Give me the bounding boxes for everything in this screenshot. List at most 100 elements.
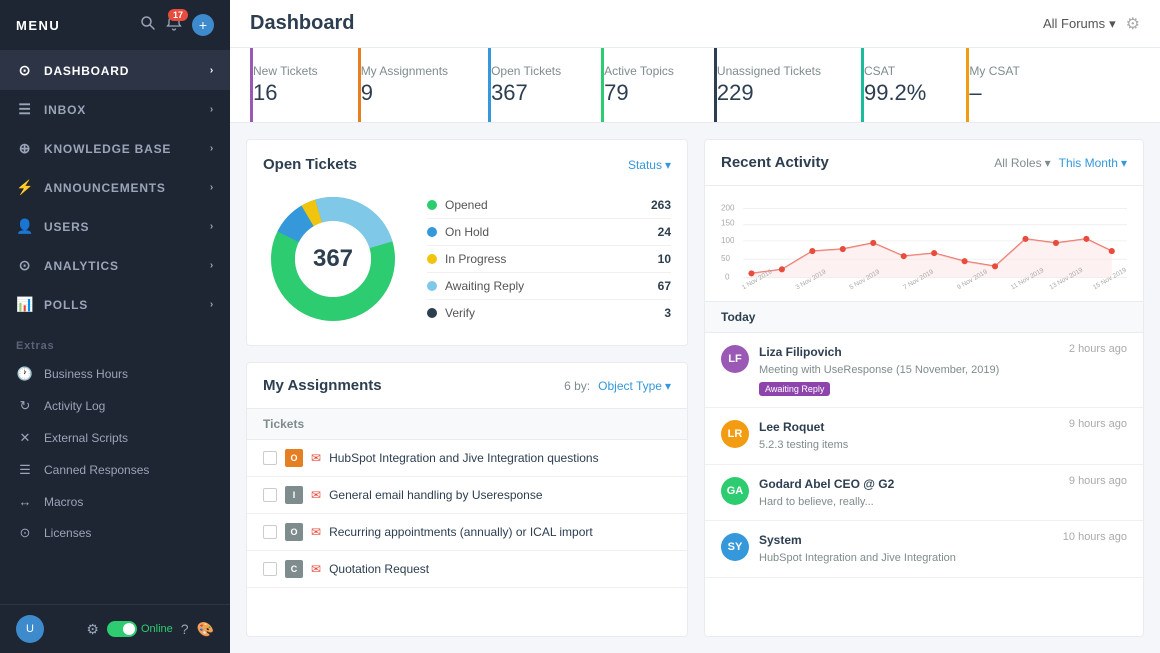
all-roles-btn[interactable]: All Roles ▾ — [994, 156, 1050, 170]
status-dropdown-btn[interactable]: Status ▾ — [628, 158, 671, 172]
extras-item-activity-log[interactable]: ↻ Activity Log — [0, 390, 230, 422]
activity-item-system: SY System HubSpot Integration and Jive I… — [705, 521, 1143, 577]
sidebar-item-label: INBOX — [44, 103, 86, 117]
ticket-row: O ✉ Recurring appointments (annually) or… — [247, 514, 687, 551]
color-icon[interactable]: 🎨 — [197, 621, 214, 638]
activity-avatar: LR — [721, 420, 749, 448]
extras-item-canned-responses[interactable]: ☰ Canned Responses — [0, 454, 230, 486]
ticket-checkbox[interactable] — [263, 488, 277, 502]
sidebar-item-chevron: › — [210, 143, 214, 154]
activity-name[interactable]: Liza Filipovich — [759, 345, 842, 359]
sidebar-item-label: USERS — [44, 220, 89, 234]
sidebar-item-chevron: › — [210, 260, 214, 271]
stat-unassigned-tickets[interactable]: Unassigned Tickets 229 — [714, 48, 845, 122]
legend-label: Opened — [445, 198, 488, 212]
stat-my-csat[interactable]: My CSAT – — [966, 48, 1043, 122]
activity-item-liza: LF Liza Filipovich Meeting with UseRespo… — [705, 333, 1143, 408]
stat-value: 79 — [604, 80, 674, 106]
extras-item-label: Activity Log — [44, 399, 105, 413]
assignments-title: My Assignments — [263, 377, 382, 394]
stat-value: – — [969, 80, 1019, 106]
ticket-row: O ✉ HubSpot Integration and Jive Integra… — [247, 440, 687, 477]
stat-my-assignments[interactable]: My Assignments 9 — [358, 48, 472, 122]
recent-activity-panel: Recent Activity All Roles ▾ This Month ▾ — [704, 139, 1144, 637]
activity-name[interactable]: System — [759, 533, 802, 547]
stat-active-topics[interactable]: Active Topics 79 — [601, 48, 698, 122]
extras-item-label: Canned Responses — [44, 463, 149, 477]
legend-label: In Progress — [445, 252, 506, 266]
licenses-icon: ⊙ — [16, 525, 34, 541]
activity-desc: Hard to believe, really... — [759, 495, 1059, 510]
announcements-icon: ⚡ — [16, 179, 34, 196]
legend: Opened 263 On Hold 24 In Progress 10 Awa… — [427, 192, 671, 326]
this-month-btn[interactable]: This Month ▾ — [1059, 156, 1127, 170]
topbar: Dashboard All Forums ▾ ⚙ — [230, 0, 1160, 48]
ticket-type-badge: O — [285, 449, 303, 467]
forum-selector-chevron: ▾ — [1109, 16, 1116, 32]
sidebar-item-users[interactable]: 👤 USERS › — [0, 207, 230, 246]
sidebar-icon-group: 17 + — [140, 14, 214, 36]
stat-open-tickets[interactable]: Open Tickets 367 — [488, 48, 585, 122]
svg-text:200: 200 — [721, 203, 735, 212]
activity-desc: HubSpot Integration and Jive Integration — [759, 551, 1053, 566]
all-roles-label: All Roles — [994, 156, 1041, 170]
sidebar-logo: MENU — [16, 18, 60, 33]
sidebar-item-inbox[interactable]: ☰ INBOX › — [0, 90, 230, 129]
today-label: Today — [705, 301, 1143, 333]
donut-chart: 367 — [263, 189, 403, 329]
activity-item-godard: GA Godard Abel CEO @ G2 Hard to believe,… — [705, 465, 1143, 521]
ticket-name[interactable]: Recurring appointments (annually) or ICA… — [329, 525, 593, 539]
sidebar-item-dashboard[interactable]: ⊙ DASHBOARD › — [0, 51, 230, 90]
legend-label: Verify — [445, 306, 475, 320]
user-avatar[interactable]: U — [16, 615, 44, 643]
nav-items: ⊙ DASHBOARD ›☰ INBOX ›⊕ KNOWLEDGE BASE ›… — [0, 51, 230, 324]
sidebar-item-polls[interactable]: 📊 POLLS › — [0, 285, 230, 324]
status-chevron: ▾ — [665, 158, 671, 172]
ticket-name[interactable]: Quotation Request — [329, 562, 429, 576]
object-type-btn[interactable]: Object Type ▾ — [598, 379, 671, 393]
stat-csat[interactable]: CSAT 99.2% — [861, 48, 950, 122]
legend-dot — [427, 227, 437, 237]
ticket-checkbox[interactable] — [263, 525, 277, 539]
extras-item-macros[interactable]: ↔ Macros — [0, 486, 230, 517]
topbar-settings-icon[interactable]: ⚙ — [1126, 14, 1140, 34]
ticket-name[interactable]: HubSpot Integration and Jive Integration… — [329, 451, 599, 465]
this-month-chevron: ▾ — [1121, 156, 1127, 170]
my-assignments-card: My Assignments 6 by: Object Type ▾ Ticke… — [246, 362, 688, 637]
activity-avatar: GA — [721, 477, 749, 505]
sidebar-item-knowledge-base[interactable]: ⊕ KNOWLEDGE BASE › — [0, 129, 230, 168]
help-icon[interactable]: ? — [181, 621, 189, 637]
activity-time: 9 hours ago — [1069, 418, 1127, 430]
forum-selector[interactable]: All Forums ▾ — [1043, 16, 1116, 32]
activity-name[interactable]: Godard Abel CEO @ G2 — [759, 477, 894, 491]
add-button[interactable]: + — [192, 14, 214, 36]
stat-new-tickets[interactable]: New Tickets 16 — [250, 48, 342, 122]
content-area: Open Tickets Status ▾ — [230, 123, 1160, 653]
legend-value: 67 — [658, 279, 671, 293]
activity-line-chart: 200 150 100 50 0 — [721, 196, 1127, 296]
activity-name[interactable]: Lee Roquet — [759, 420, 824, 434]
ticket-checkbox[interactable] — [263, 562, 277, 576]
legend-dot — [427, 200, 437, 210]
activity-time: 10 hours ago — [1063, 531, 1127, 543]
extras-item-external-scripts[interactable]: ✕ External Scripts — [0, 422, 230, 454]
extras-item-licenses[interactable]: ⊙ Licenses — [0, 517, 230, 549]
stat-label: New Tickets — [253, 64, 318, 78]
search-icon-btn[interactable] — [140, 15, 156, 36]
notification-icon-btn[interactable]: 17 — [166, 15, 182, 36]
extras-item-business-hours[interactable]: 🕐 Business Hours — [0, 358, 230, 390]
online-toggle[interactable]: Online — [107, 621, 173, 637]
dashboard-icon: ⊙ — [16, 62, 34, 79]
gear-icon[interactable]: ⚙ — [86, 621, 99, 638]
ticket-checkbox[interactable] — [263, 451, 277, 465]
ticket-name[interactable]: General email handling by Useresponse — [329, 488, 542, 502]
users-icon: 👤 — [16, 218, 34, 235]
stat-value: 9 — [361, 80, 448, 106]
sidebar-item-announcements[interactable]: ⚡ ANNOUNCEMENTS › — [0, 168, 230, 207]
extras-item-label: External Scripts — [44, 431, 128, 445]
assignments-header: My Assignments 6 by: Object Type ▾ — [247, 363, 687, 409]
sidebar-item-label: ANALYTICS — [44, 259, 119, 273]
extras-item-label: Licenses — [44, 526, 91, 540]
legend-item: On Hold 24 — [427, 219, 671, 246]
sidebar-item-analytics[interactable]: ⊙ ANALYTICS › — [0, 246, 230, 285]
